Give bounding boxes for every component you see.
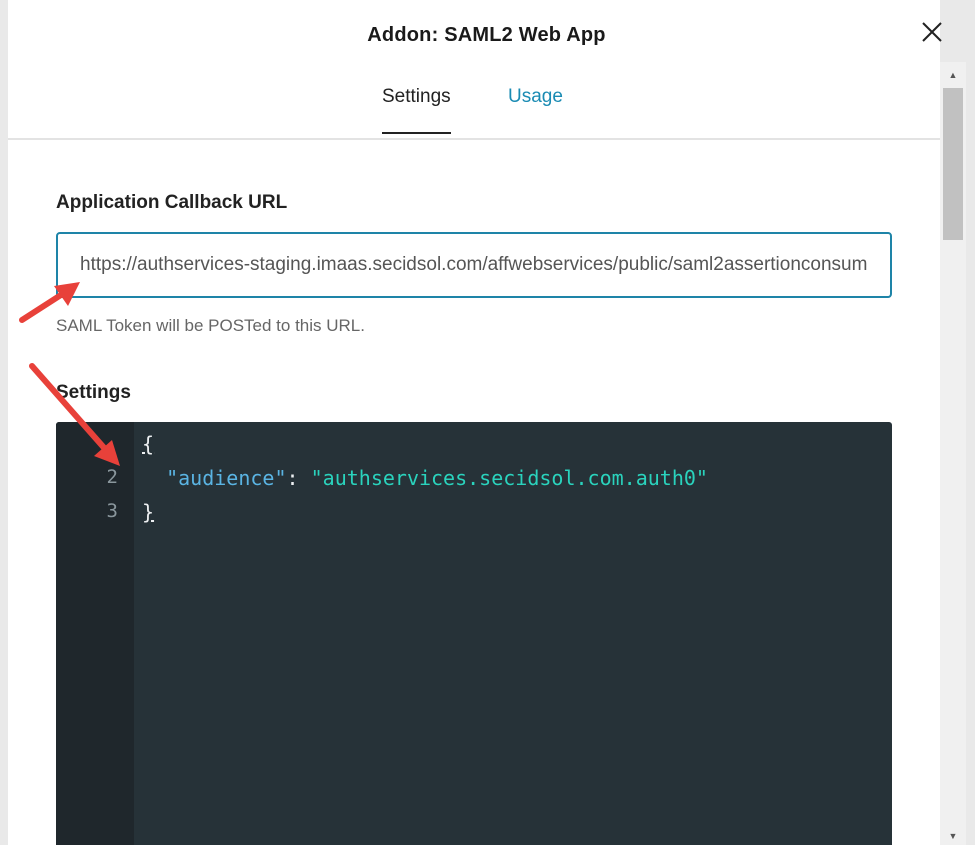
tab-usage[interactable]: Usage (508, 86, 563, 108)
callback-url-label: Application Callback URL (56, 192, 288, 213)
addon-modal: Addon: SAML2 Web App Settings Usage Appl… (8, 0, 940, 845)
line-number: 2 (106, 466, 118, 488)
close-button[interactable] (918, 18, 946, 46)
line-number: 3 (106, 500, 118, 522)
json-close-brace: } (142, 500, 155, 524)
settings-label: Settings (56, 382, 131, 403)
code-line-2: "audience": "authservices.secidsol.com.a… (142, 466, 708, 490)
code-line-1: { (142, 432, 154, 456)
tab-bar: Settings Usage (8, 68, 940, 140)
modal-scrollbar[interactable]: ▲ ▼ (940, 62, 966, 845)
editor-gutter: 2 3 (56, 422, 134, 845)
scroll-thumb[interactable] (943, 88, 963, 240)
tab-settings[interactable]: Settings (382, 86, 451, 134)
json-value: "authservices.secidsol.com.auth0" (310, 466, 708, 490)
scroll-down-icon[interactable]: ▼ (940, 827, 966, 845)
callback-url-help: SAML Token will be POSTed to this URL. (56, 316, 365, 335)
callback-url-input[interactable] (56, 232, 892, 298)
json-colon: : (286, 466, 311, 490)
close-icon (922, 22, 942, 42)
json-open-brace: { (142, 432, 155, 456)
scroll-up-icon[interactable]: ▲ (940, 66, 966, 84)
json-key: "audience" (166, 466, 287, 490)
code-line-3: } (142, 500, 154, 524)
settings-json-editor[interactable]: 2 3 { "audience": "authservices.secidsol… (56, 422, 892, 845)
modal-title: Addon: SAML2 Web App (367, 24, 606, 46)
